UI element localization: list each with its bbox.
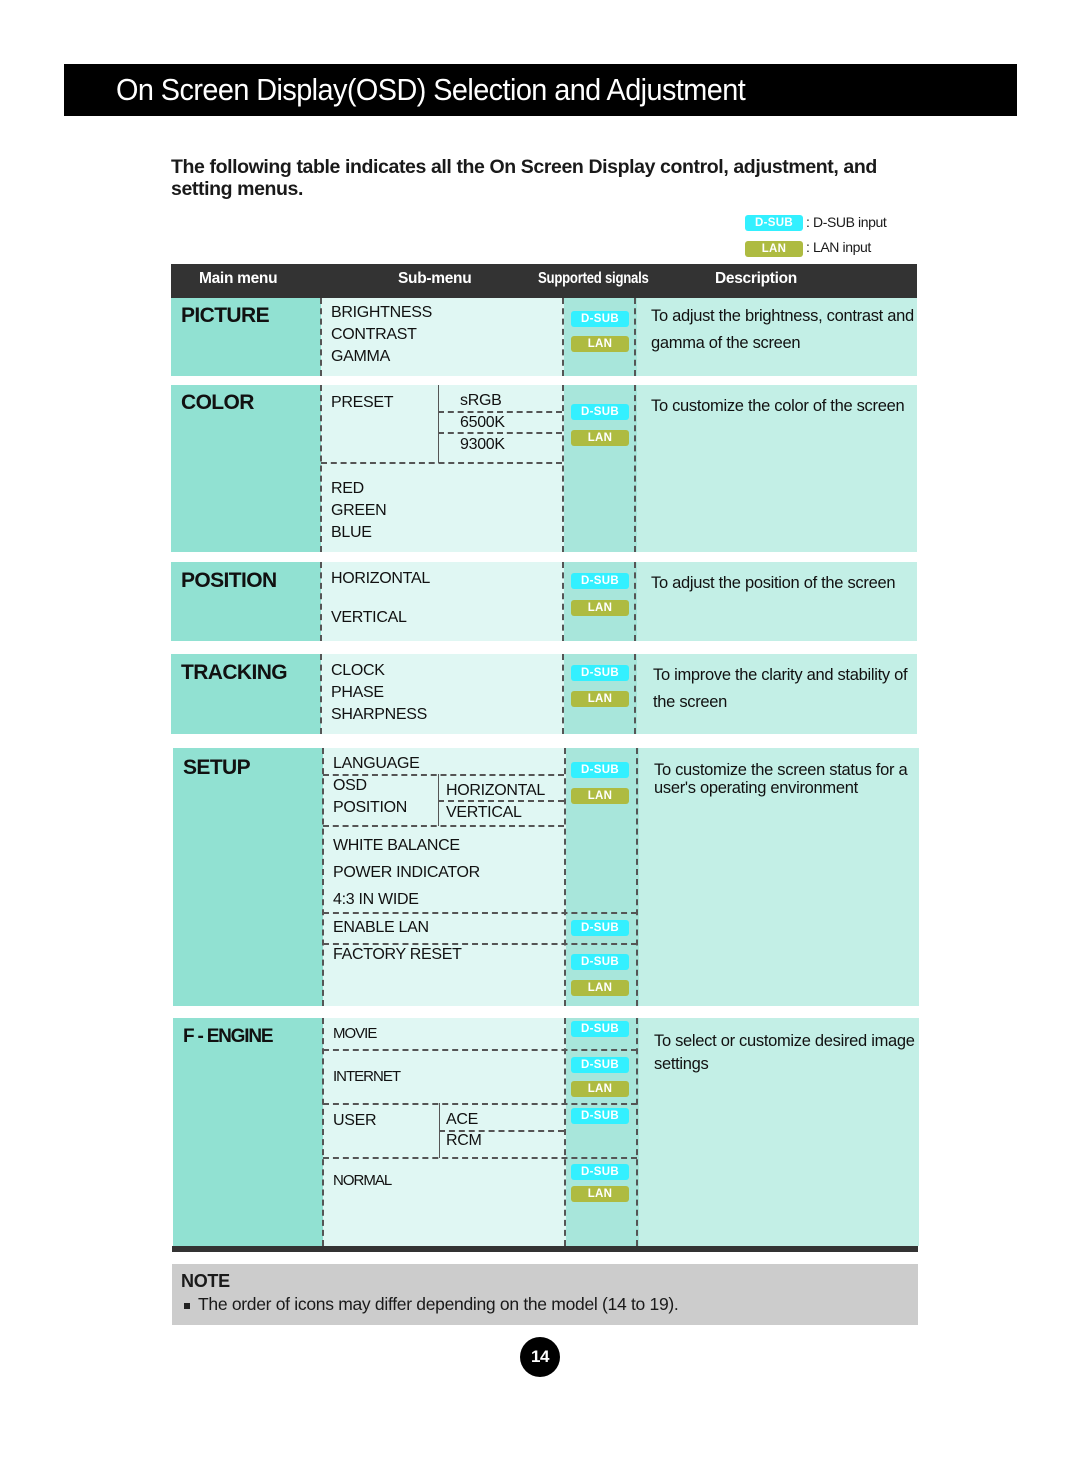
submenu-white-balance: WHITE BALANCE — [333, 837, 460, 854]
osd-horizontal: HORIZONTAL — [446, 782, 545, 799]
submenu-blue: BLUE — [331, 524, 372, 541]
note-title: NOTE — [181, 1271, 230, 1291]
header-sub-menu: Sub-menu — [398, 270, 472, 287]
submenu-power-indicator: POWER INDICATOR — [333, 864, 480, 881]
header-description: Description — [715, 270, 797, 287]
description-color: To customize the color of the screen — [651, 397, 905, 415]
submenu-factory-reset: FACTORY RESET — [333, 946, 462, 963]
submenu-preset: PRESET — [331, 394, 394, 411]
submenu-movie: MOVIE — [333, 1025, 377, 1042]
submenu-phase: PHASE — [331, 684, 384, 701]
page-title: On Screen Display(OSD) Selection and Adj… — [116, 72, 746, 107]
intro-text: The following table indicates all the On… — [171, 156, 877, 200]
bullet-icon — [184, 1303, 190, 1309]
submenu-user: USER — [333, 1112, 377, 1129]
submenu-language: LANGUAGE — [333, 755, 420, 772]
submenu-brightness: BRIGHTNESS — [331, 304, 433, 321]
submenu-gamma: GAMMA — [331, 348, 390, 365]
submenu-4-3-in-wide: 4:3 IN WIDE — [333, 891, 419, 908]
section-setup: SETUP LANGUAGE OSD POSITION HORIZONTAL V… — [173, 748, 919, 1006]
factory-reset-dsub-badge: D-SUB — [571, 954, 629, 970]
submenu-internet: INTERNET — [333, 1068, 401, 1085]
dsub-badge: D-SUB — [571, 573, 629, 589]
note-text: The order of icons may differ depending … — [198, 1294, 679, 1314]
submenu-osd: OSD — [333, 777, 367, 794]
submenu-red: RED — [331, 480, 364, 497]
legend-dsub-badge: D-SUB — [745, 215, 803, 231]
lan-badge: LAN — [571, 788, 629, 804]
main-menu-tracking: TRACKING — [181, 661, 288, 684]
header-main-menu: Main menu — [199, 270, 278, 287]
lan-badge: LAN — [571, 430, 629, 446]
user-rcm: RCM — [446, 1132, 482, 1149]
section-fengine: F - ENGINE MOVIE INTERNET USER ACE RCM N… — [173, 1018, 919, 1246]
factory-reset-lan-badge: LAN — [571, 980, 629, 996]
description-picture: To adjust the brightness, contrast and g… — [651, 307, 914, 352]
dsub-badge: D-SUB — [571, 311, 629, 327]
submenu-green: GREEN — [331, 502, 387, 519]
dsub-badge: D-SUB — [571, 762, 629, 778]
internet-lan-badge: LAN — [571, 1081, 629, 1097]
legend-lan-badge: LAN — [745, 241, 803, 257]
description-fengine: To select or customize desired image set… — [654, 1032, 915, 1073]
section-color: COLOR PRESET sRGB 6500K 9300K RED GREEN … — [171, 385, 917, 552]
preset-srgb: sRGB — [460, 392, 502, 409]
dsub-badge: D-SUB — [571, 665, 629, 681]
submenu-osd-position: POSITION — [333, 799, 408, 816]
table-bottom-border — [172, 1246, 918, 1252]
description-setup: To customize the screen status for a use… — [654, 761, 908, 797]
submenu-contrast: CONTRAST — [331, 326, 417, 343]
dsub-badge: D-SUB — [571, 404, 629, 420]
movie-dsub-badge: D-SUB — [571, 1021, 629, 1037]
main-menu-picture: PICTURE — [181, 304, 270, 327]
main-menu-color: COLOR — [181, 391, 254, 414]
legend-lan-text: : LAN input — [806, 239, 871, 255]
submenu-vertical: VERTICAL — [331, 609, 407, 626]
main-menu-setup: SETUP — [183, 756, 251, 779]
normal-dsub-badge: D-SUB — [571, 1164, 629, 1180]
submenu-enable-lan: ENABLE LAN — [333, 919, 429, 936]
user-ace: ACE — [446, 1111, 478, 1128]
page-number: 14 — [520, 1337, 560, 1377]
submenu-clock: CLOCK — [331, 662, 385, 679]
internet-dsub-badge: D-SUB — [571, 1057, 629, 1073]
submenu-normal: NORMAL — [333, 1172, 392, 1189]
submenu-sharpness: SHARPNESS — [331, 706, 427, 723]
osd-vertical: VERTICAL — [446, 804, 522, 821]
section-picture: PICTURE BRIGHTNESS CONTRAST GAMMA D-SUB … — [171, 298, 917, 376]
submenu-horizontal: HORIZONTAL — [331, 570, 430, 587]
lan-badge: LAN — [571, 336, 629, 352]
user-dsub-badge: D-SUB — [571, 1108, 629, 1124]
header-supported-signals: Supported signals — [538, 270, 649, 287]
enable-lan-dsub-badge: D-SUB — [571, 920, 629, 936]
description-tracking: To improve the clarity and stability of … — [653, 666, 908, 711]
normal-lan-badge: LAN — [571, 1186, 629, 1202]
preset-6500k: 6500K — [460, 414, 505, 431]
lan-badge: LAN — [571, 600, 629, 616]
section-position: POSITION HORIZONTAL VERTICAL D-SUB LAN T… — [171, 562, 917, 641]
description-position: To adjust the position of the screen — [651, 574, 896, 592]
section-tracking: TRACKING CLOCK PHASE SHARPNESS D-SUB LAN… — [171, 654, 917, 734]
lan-badge: LAN — [571, 691, 629, 707]
main-menu-fengine: F - ENGINE — [183, 1026, 274, 1047]
main-menu-position: POSITION — [181, 569, 277, 592]
legend-dsub-text: : D-SUB input — [806, 214, 887, 230]
preset-9300k: 9300K — [460, 436, 505, 453]
